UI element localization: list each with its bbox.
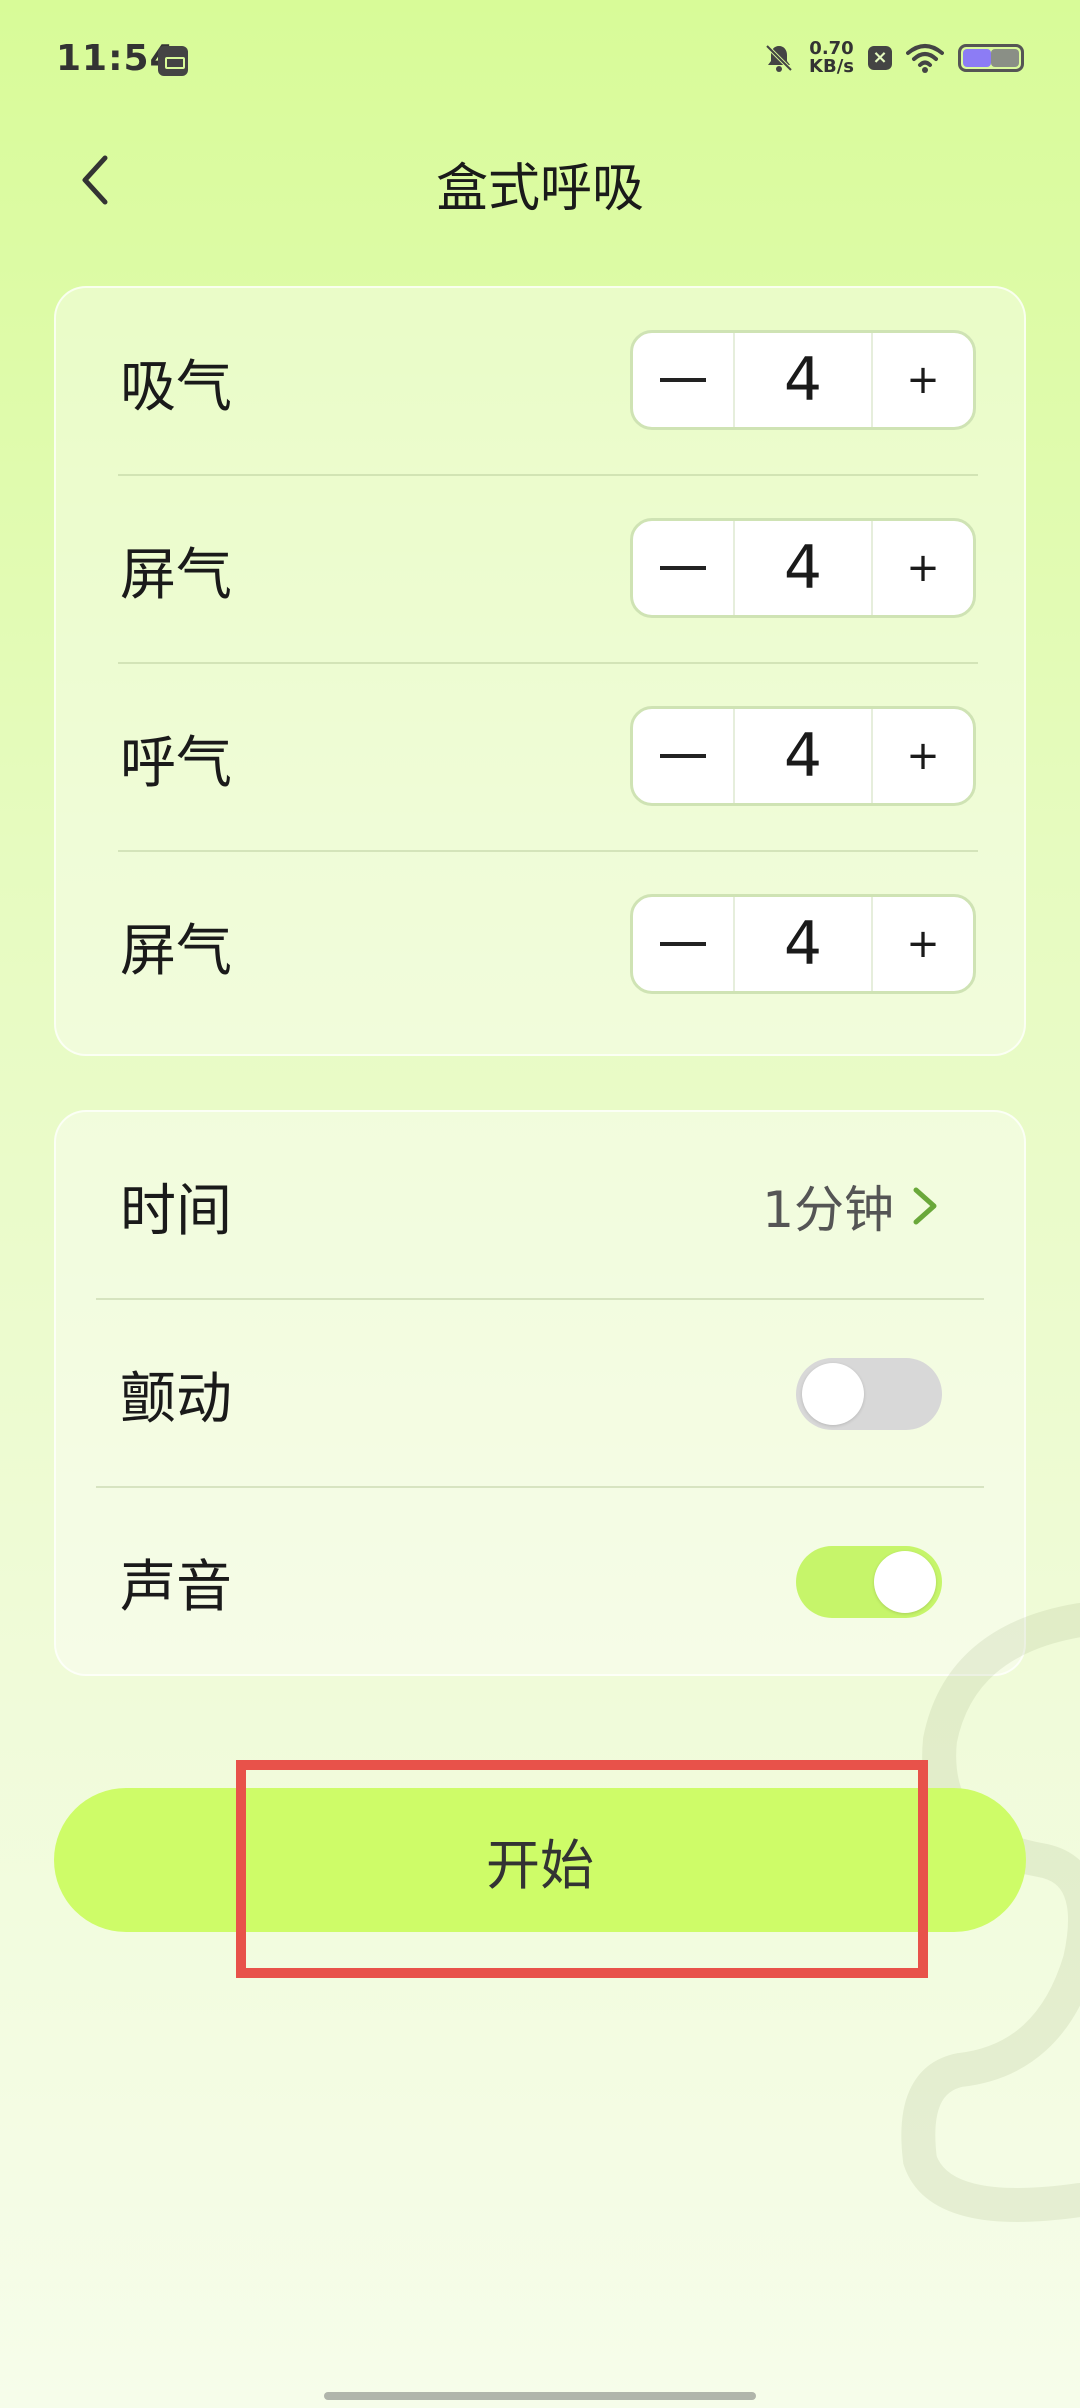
hold-1-stepper: 4 +	[630, 518, 976, 618]
status-icons: 0.70 KB/s ×	[763, 40, 1024, 76]
decrement-button[interactable]	[633, 709, 735, 803]
decrement-button[interactable]	[633, 521, 735, 615]
phase-label: 吸气	[120, 354, 232, 420]
sim-icon	[158, 46, 188, 76]
phase-settings-card: 吸气 4 + 屏气 4 + 呼气 4 + 屏气 4 +	[54, 286, 1026, 1056]
time-label: 时间	[120, 1178, 232, 1244]
phase-row-hold-2: 屏气 4 +	[56, 852, 1024, 1040]
notification-x-icon: ×	[868, 46, 892, 70]
phase-label: 呼气	[120, 730, 232, 796]
increment-button[interactable]: +	[871, 521, 973, 615]
minus-icon	[660, 378, 706, 382]
increment-button[interactable]: +	[871, 897, 973, 991]
phase-label: 屏气	[120, 918, 232, 984]
vibration-toggle[interactable]	[796, 1358, 942, 1430]
increment-button[interactable]: +	[871, 333, 973, 427]
sound-row: 声音	[56, 1488, 1024, 1676]
battery-icon	[958, 44, 1024, 72]
vibration-label: 颤动	[120, 1366, 232, 1432]
options-card: 时间 1分钟 颤动 声音	[54, 1110, 1026, 1676]
page-title: 盒式呼吸	[435, 159, 644, 219]
phase-row-hold-1: 屏气 4 +	[56, 476, 1024, 664]
network-speed-unit: KB/s	[809, 56, 854, 77]
phase-label: 屏气	[120, 542, 232, 608]
hold-2-stepper: 4 +	[630, 894, 976, 994]
decrement-button[interactable]	[633, 897, 735, 991]
start-button[interactable]: 开始	[54, 1788, 1026, 1932]
time-row[interactable]: 时间 1分钟	[56, 1112, 1024, 1300]
exhale-stepper: 4 +	[630, 706, 976, 806]
vibration-row: 颤动	[56, 1300, 1024, 1488]
phase-row-inhale: 吸气 4 +	[56, 288, 1024, 476]
stepper-value: 4	[783, 533, 823, 603]
sound-label: 声音	[120, 1554, 232, 1620]
increment-button[interactable]: +	[871, 709, 973, 803]
minus-icon	[660, 942, 706, 946]
minus-icon	[660, 566, 706, 570]
toggle-knob	[802, 1363, 864, 1425]
bell-muted-icon	[765, 44, 793, 72]
minus-icon	[660, 754, 706, 758]
wifi-icon	[906, 44, 944, 73]
chevron-right-icon	[913, 1187, 937, 1225]
inhale-stepper: 4 +	[630, 330, 976, 430]
stepper-value: 4	[783, 909, 823, 979]
home-indicator[interactable]	[324, 2392, 756, 2400]
network-speed: 0.70 KB/s	[809, 40, 854, 76]
phase-row-exhale: 呼气 4 +	[56, 664, 1024, 852]
time-value: 1分钟	[762, 1181, 894, 1239]
stepper-value: 4	[783, 345, 823, 415]
decrement-button[interactable]	[633, 333, 735, 427]
stepper-value: 4	[783, 721, 823, 791]
status-bar: 11:54 0.70 KB/s ×	[0, 0, 1080, 120]
